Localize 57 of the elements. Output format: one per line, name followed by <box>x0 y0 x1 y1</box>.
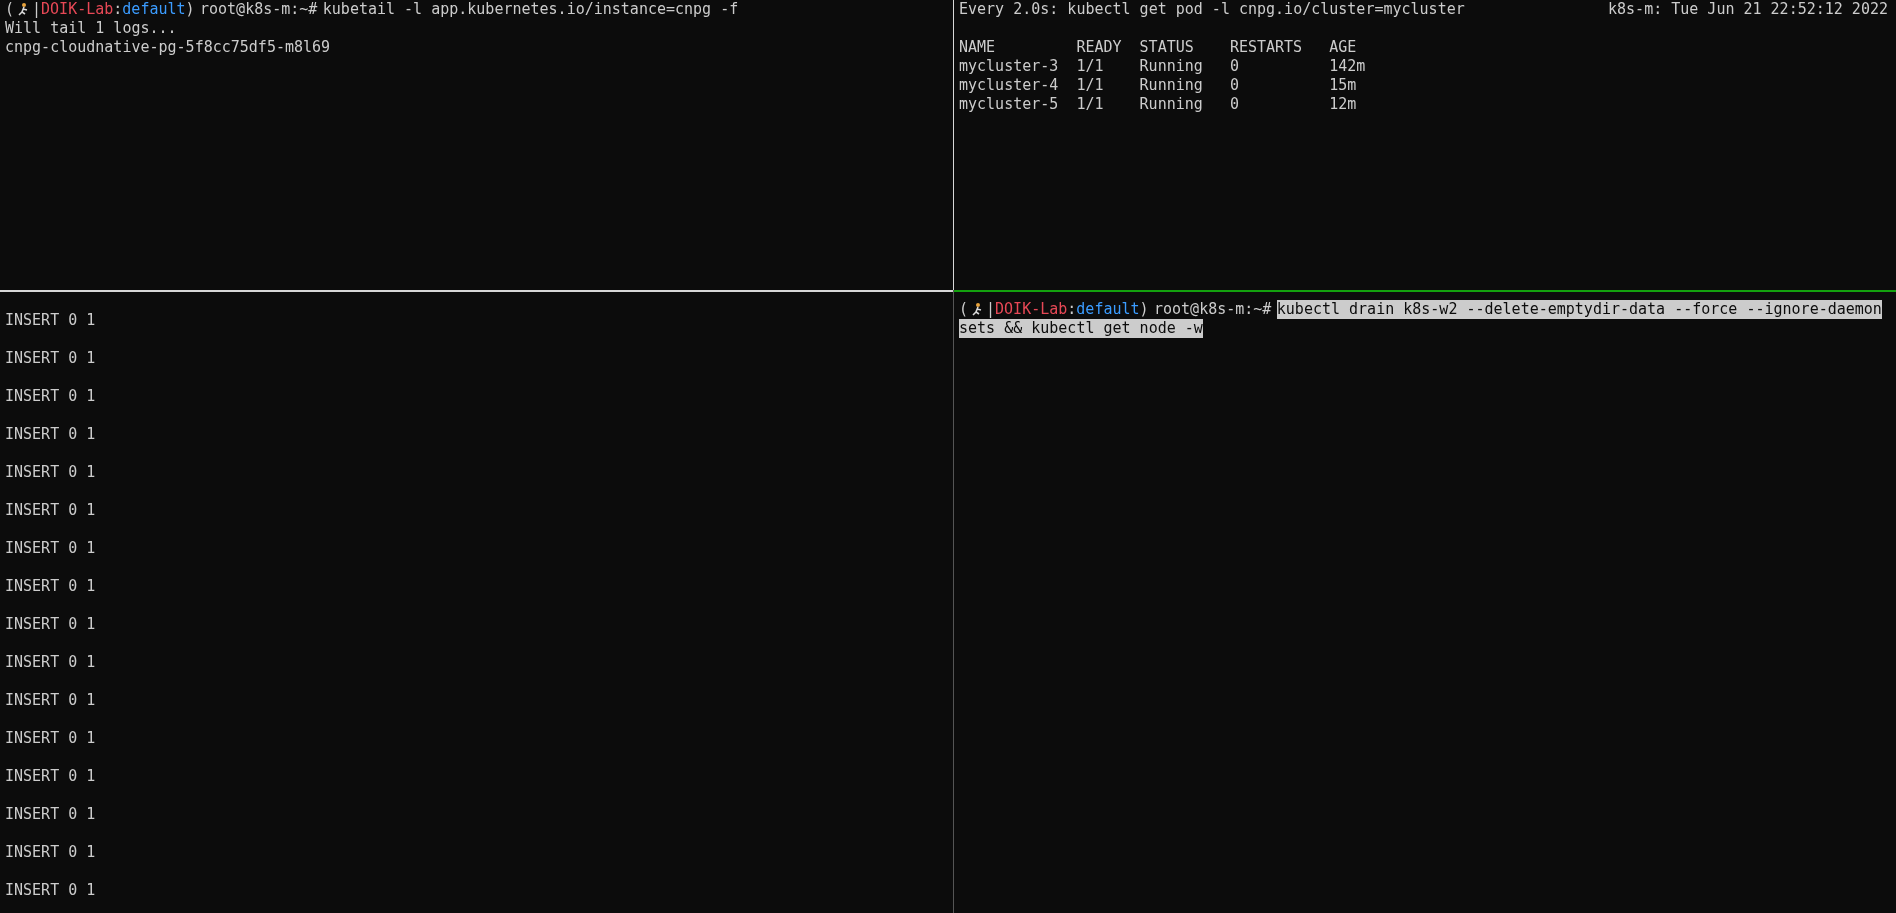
table-cell-text: mycluster-4 <box>959 76 1060 95</box>
output-line: INSERT 0 1 <box>5 577 96 596</box>
prompt-text: | <box>32 0 42 19</box>
watch-header: Every 2.0s: kubectl get pod -l cnpg.io/cluster=mycluster <box>959 0 1465 19</box>
namespace-name: default <box>122 0 186 19</box>
prompt-text: root@k8s-m:~# <box>200 0 318 19</box>
context-name: DOIK-Lab <box>41 0 114 19</box>
output-line: INSERT 0 1 <box>5 729 96 748</box>
context-name: DOIK-Lab <box>995 300 1068 319</box>
column-header: AGE <box>1329 38 1358 57</box>
prompt-text: root@k8s-m:~# <box>1154 300 1272 319</box>
prompt-text: : <box>113 0 123 19</box>
output-line: INSERT 0 1 <box>5 691 96 710</box>
table-cell-text: mycluster-5 <box>959 95 1060 114</box>
output-line: INSERT 0 1 <box>5 881 96 900</box>
output-line: INSERT 0 1 <box>5 539 96 558</box>
table-cell-text: Running <box>1139 76 1204 95</box>
prompt-text: ( <box>5 0 15 19</box>
command-text: kubetail -l app.kubernetes.io/instance=cnpg -f <box>322 0 739 19</box>
output-line: INSERT 0 1 <box>5 501 96 520</box>
column-header: NAME <box>959 38 997 57</box>
column-header: RESTARTS <box>1229 38 1304 57</box>
prompt-text: : <box>1067 300 1077 319</box>
output-line: INSERT 0 1 <box>5 805 96 824</box>
watch-clock: k8s-m: Tue Jun 21 22:52:12 2022 <box>1608 0 1888 19</box>
log-line: cnpg-cloudnative-pg-5f8cc75df5-m8l69 <box>5 38 331 57</box>
table-cell-text: 0 <box>1229 57 1240 76</box>
output-line: INSERT 0 1 <box>5 843 96 862</box>
output-line: INSERT 0 1 <box>5 463 96 482</box>
table-cell-text: 1/1 <box>1076 95 1105 114</box>
output-line: INSERT 0 1 <box>5 615 96 634</box>
table-cell-text: 0 <box>1229 95 1240 114</box>
output-line: INSERT 0 1 <box>5 349 96 368</box>
column-header: STATUS <box>1139 38 1195 57</box>
prompt-text: | <box>986 300 996 319</box>
output-line: INSERT 0 1 <box>5 653 96 672</box>
column-header: READY <box>1076 38 1123 57</box>
table-cell-text: 0 <box>1229 76 1240 95</box>
output-line: INSERT 0 1 <box>5 311 96 330</box>
table-cell-text: Running <box>1139 95 1204 114</box>
table-cell-text: 1/1 <box>1076 76 1105 95</box>
prompt-text: ) <box>185 0 195 19</box>
output-line: INSERT 0 1 <box>5 767 96 786</box>
command-text: kubectl drain k8s-w2 --delete-emptydir-data --force --ignore-daemon <box>1276 300 1882 319</box>
command-text: sets && kubectl get node -w <box>959 319 1203 338</box>
table-cell-text: mycluster-3 <box>959 57 1060 76</box>
prompt-text: ) <box>1139 300 1149 319</box>
output-line: INSERT 0 1 <box>5 387 96 406</box>
namespace-name: default <box>1076 300 1140 319</box>
table-cell: 142m <box>1329 57 1366 76</box>
log-line: Will tail 1 logs... <box>5 19 177 38</box>
table-cell-text: 12m <box>1329 95 1358 114</box>
prompt-text: ( <box>959 300 969 319</box>
output-line: INSERT 0 1 <box>5 425 96 444</box>
table-cell-text: 15m <box>1329 76 1358 95</box>
table-cell-text: 1/1 <box>1076 57 1105 76</box>
table-cell-text: Running <box>1139 57 1204 76</box>
